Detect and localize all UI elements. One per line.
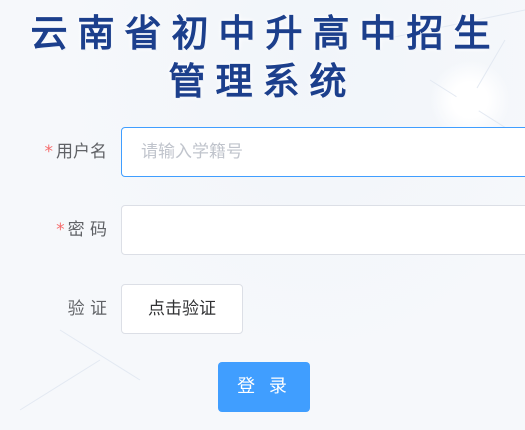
required-mark: * <box>56 220 65 240</box>
login-button[interactable]: 登 录 <box>218 362 310 412</box>
username-label: * 用户名 <box>45 127 108 177</box>
page-title-line1: 云南省初中升高中招生 <box>30 12 501 55</box>
username-input[interactable]: 请输入学籍号 <box>121 127 525 177</box>
required-mark: * <box>44 142 54 162</box>
captcha-verify-button[interactable]: 点击验证 <box>121 284 243 334</box>
password-input[interactable] <box>121 205 525 255</box>
page-title-line2: 管理系统 <box>168 60 357 103</box>
page-title: 云南省初中升高中招生 管理系统 <box>0 10 525 106</box>
captcha-label-text: 验 证 <box>67 299 107 319</box>
username-label-text: 用户名 <box>56 142 107 162</box>
username-row: * 用户名 请输入学籍号 <box>0 127 525 177</box>
password-label-text: 密 码 <box>67 220 107 240</box>
captcha-row: 验 证 点击验证 <box>0 284 525 334</box>
captcha-label: 验 证 <box>68 284 107 334</box>
password-row: * 密 码 <box>0 205 525 255</box>
password-label: * 密 码 <box>56 205 107 255</box>
